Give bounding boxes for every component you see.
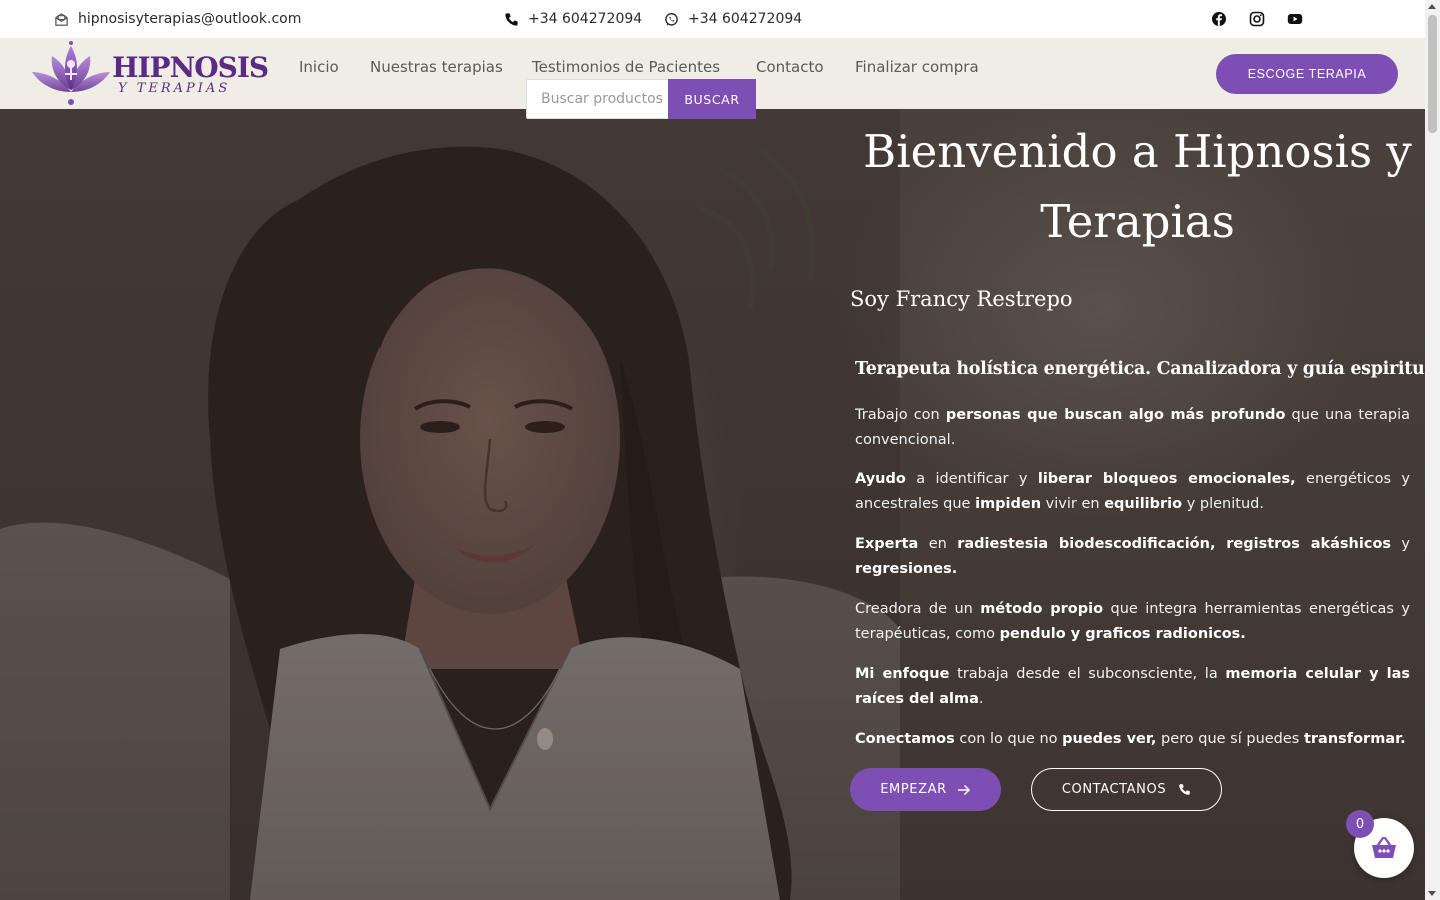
site-logo[interactable]: HIPNOSIS Y TERAPIAS bbox=[28, 40, 269, 108]
email-link[interactable]: hipnosisyterapias@outlook.com bbox=[54, 0, 301, 38]
product-search: BUSCAR bbox=[526, 79, 756, 119]
nav-item-inicio[interactable]: Inicio bbox=[299, 58, 339, 76]
top-bar: hipnosisyterapias@outlook.com +34 604272… bbox=[0, 0, 1425, 38]
phone-icon bbox=[505, 12, 518, 26]
hero-paragraph-1: Trabajo con personas que buscan algo más… bbox=[855, 407, 1410, 448]
logo-text: HIPNOSIS Y TERAPIAS bbox=[112, 51, 269, 96]
instagram-icon[interactable] bbox=[1249, 11, 1265, 27]
hero-paragraph-2: Ayudo a identificar y liberar bloqueos e… bbox=[855, 471, 1410, 512]
logo-sub-text: Y TERAPIAS bbox=[118, 81, 231, 96]
search-input[interactable] bbox=[526, 79, 668, 119]
hero-paragraph-6: Conectamos con lo que no puedes ver, per… bbox=[855, 731, 1406, 747]
nav-item-contacto[interactable]: Contacto bbox=[756, 58, 824, 76]
hero-paragraph-3: Experta en radiestesia biodescodificació… bbox=[855, 536, 1410, 577]
phone-text: +34 604272094 bbox=[528, 11, 643, 27]
contactanos-label: CONTACTANOS bbox=[1061, 782, 1167, 797]
escoge-terapia-button[interactable]: ESCOGE TERAPIA bbox=[1216, 54, 1398, 94]
hero-portrait-image bbox=[0, 109, 900, 900]
hero-lead: Terapeuta holística energética. Canaliza… bbox=[855, 359, 1425, 379]
scroll-down-arrow-icon[interactable] bbox=[1428, 891, 1436, 896]
hero-paragraph-4: Creadora de un método propio que integra… bbox=[855, 601, 1410, 642]
nav-item-nuestras-terapias[interactable]: Nuestras terapias bbox=[370, 58, 503, 76]
scroll-thumb[interactable] bbox=[1428, 15, 1437, 133]
email-icon bbox=[55, 12, 68, 26]
hero-paragraph-5: Mi enfoque trabaja desde el subconscient… bbox=[855, 666, 1410, 707]
search-button[interactable]: BUSCAR bbox=[668, 79, 756, 119]
logo-main-text: HIPNOSIS bbox=[112, 51, 269, 84]
cart-count-badge: 0 bbox=[1346, 810, 1374, 838]
contactanos-button[interactable]: CONTACTANOS bbox=[1031, 768, 1222, 811]
scroll-up-arrow-icon[interactable] bbox=[1428, 4, 1436, 9]
hero-section: Bienvenido a Hipnosis y Terapias Soy Fra… bbox=[0, 109, 1425, 900]
whatsapp-text: +34 604272094 bbox=[688, 11, 803, 27]
hero-subtitle: Soy Francy Restrepo bbox=[850, 287, 1073, 311]
nav-item-finalizar-compra[interactable]: Finalizar compra bbox=[855, 58, 979, 76]
empezar-button[interactable]: EMPEZAR bbox=[850, 768, 1001, 811]
phone-link[interactable]: +34 604272094 bbox=[504, 0, 642, 38]
phone-icon bbox=[1179, 784, 1190, 795]
whatsapp-link[interactable]: +34 604272094 bbox=[664, 0, 802, 38]
arrow-right-icon bbox=[957, 784, 970, 795]
nav-item-testimonios[interactable]: Testimonios de Pacientes bbox=[532, 58, 720, 76]
facebook-icon[interactable] bbox=[1211, 11, 1227, 27]
whatsapp-icon bbox=[665, 12, 678, 26]
hero-title: Bienvenido a Hipnosis y Terapias bbox=[863, 125, 1412, 248]
empezar-label: EMPEZAR bbox=[880, 782, 947, 797]
youtube-icon[interactable] bbox=[1287, 11, 1303, 27]
lotus-logo-icon bbox=[32, 41, 110, 105]
email-text: hipnosisyterapias@outlook.com bbox=[78, 11, 302, 27]
basket-icon bbox=[1372, 836, 1396, 858]
page-scrollbar[interactable] bbox=[1425, 0, 1440, 900]
